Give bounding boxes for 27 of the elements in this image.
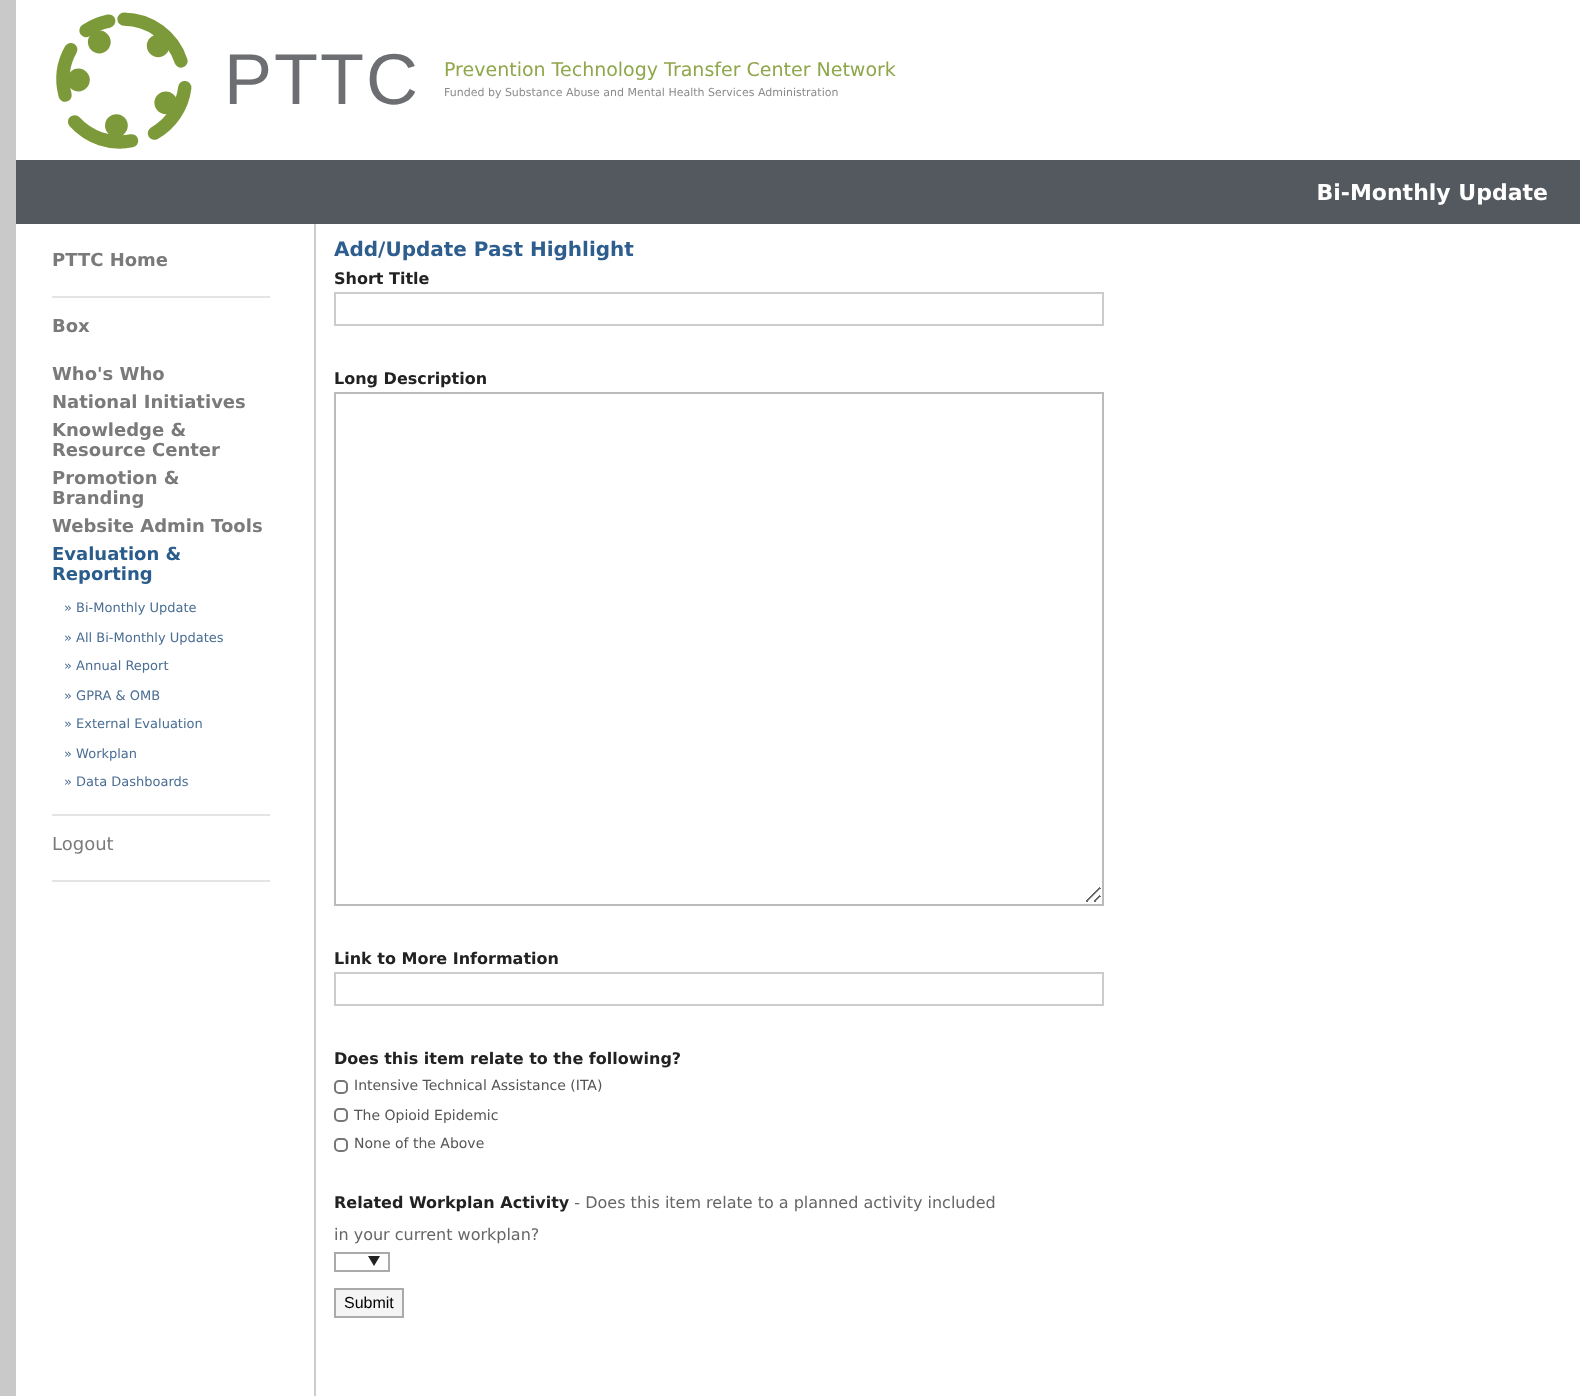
sidebar-item[interactable]: National Initiatives	[52, 394, 270, 414]
page-title: Bi-Monthly Update	[1316, 179, 1548, 205]
sidebar-item[interactable]: PTTC Home	[52, 252, 270, 272]
sidebar-item[interactable]: Who's Who	[52, 366, 270, 386]
sidebar-item[interactable]: Knowledge & Resource Center	[52, 422, 270, 462]
input-field[interactable]	[334, 972, 1104, 1006]
caret-icon	[368, 1256, 380, 1266]
submit-button[interactable]: Submit	[334, 1287, 404, 1317]
sidebar-item[interactable]: Box	[52, 318, 270, 338]
field-label: Long Description	[334, 370, 490, 388]
sidebar-item[interactable]: Logout	[52, 835, 270, 855]
form-title: Add/Update Past Highlight	[334, 240, 636, 262]
sidebar-item[interactable]: Promotion & Branding	[52, 470, 270, 510]
field-label: Short Title	[334, 270, 432, 288]
checkbox[interactable]	[334, 1137, 348, 1152]
field-label: Link to More Information	[334, 950, 561, 968]
logo-text: PTTC	[224, 38, 420, 122]
checkbox[interactable]	[334, 1079, 348, 1094]
dropdown[interactable]	[334, 1251, 390, 1271]
checkbox[interactable]	[334, 1108, 348, 1123]
org-name: Prevention Technology Transfer Center Network	[444, 60, 896, 82]
question-label: Does this item relate to the following?	[334, 1050, 684, 1068]
input-field[interactable]	[334, 292, 1104, 326]
sidebar-item[interactable]: Website Admin Tools	[52, 518, 270, 538]
workplan-text: Related Workplan Activity - Does this item relate to a planned activity included in your current workplan?	[334, 1191, 998, 1248]
sidebar-item[interactable]: Evaluation & Reporting	[52, 546, 270, 586]
textarea-field[interactable]	[334, 392, 1104, 906]
